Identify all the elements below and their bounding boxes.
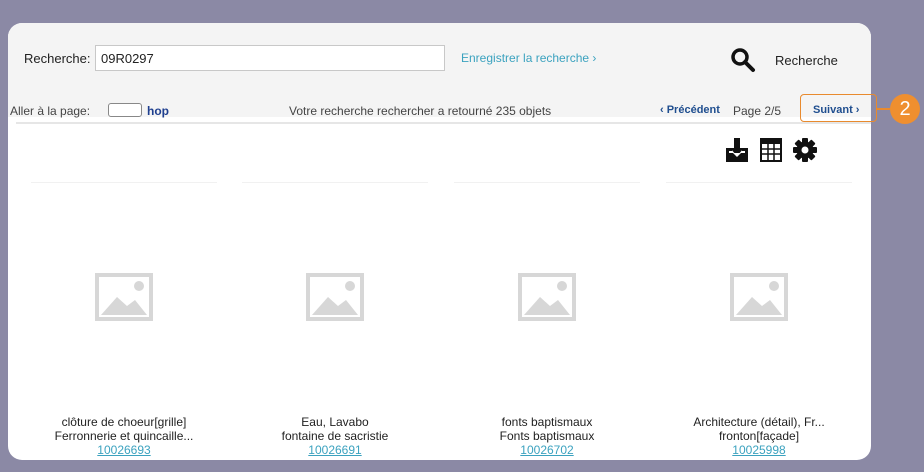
search-input[interactable]: [95, 45, 445, 71]
settings-icon[interactable]: [792, 137, 818, 168]
callout-highlight: [800, 94, 877, 122]
card-divider: [454, 182, 640, 183]
download-icon[interactable]: [724, 136, 750, 169]
previous-page-link[interactable]: ‹ Précédent: [660, 104, 720, 116]
callout-number-badge: 2: [890, 94, 920, 124]
table-view-icon[interactable]: [760, 138, 782, 167]
results-grid: clôture de choeur[grille] Ferronnerie et…: [8, 178, 871, 460]
page-indicator: Page 2/5: [733, 104, 782, 118]
card-divider: [242, 182, 428, 183]
card-title: Architecture (détail), Fr...: [693, 415, 825, 429]
search-icon: [731, 48, 755, 72]
callout-connector: [877, 108, 891, 110]
search-label: Recherche:: [24, 51, 91, 66]
search-results-panel: Recherche: Enregistrer la recherche › Re…: [8, 23, 871, 460]
card-subtitle: fontaine de sacristie: [281, 429, 389, 443]
search-button-label: Recherche: [775, 53, 838, 68]
card-id-link[interactable]: 10026693: [17, 443, 231, 457]
image-placeholder-icon: [306, 273, 364, 321]
card-title: clôture de choeur[grille]: [61, 415, 187, 429]
image-placeholder-icon: [518, 273, 576, 321]
result-card[interactable]: Eau, Lavabo fontaine de sacristie 100266…: [228, 178, 442, 460]
result-count-text: Votre recherche rechercher a retourné 23…: [289, 104, 552, 118]
card-id-link[interactable]: 10025998: [652, 443, 866, 457]
card-divider: [31, 182, 217, 183]
hop-button[interactable]: hop: [147, 104, 169, 118]
result-card[interactable]: clôture de choeur[grille] Ferronnerie et…: [17, 178, 231, 460]
card-subtitle: Fonts baptismaux: [499, 429, 595, 443]
card-subtitle: Ferronnerie et quincaille...: [54, 429, 194, 443]
search-button[interactable]: Recherche: [730, 45, 850, 75]
goto-page-input[interactable]: [108, 103, 142, 117]
card-subtitle: fronton[façade]: [718, 429, 800, 443]
result-card[interactable]: Architecture (détail), Fr... fronton[faç…: [652, 178, 866, 460]
divider: [16, 122, 871, 124]
card-id-link[interactable]: 10026702: [440, 443, 654, 457]
result-card[interactable]: fonts baptismaux Fonts baptismaux 100267…: [440, 178, 654, 460]
card-title: Eau, Lavabo: [301, 415, 369, 429]
goto-page-label: Aller à la page:: [10, 104, 91, 118]
image-placeholder-icon: [730, 273, 788, 321]
image-placeholder-icon: [95, 273, 153, 321]
card-title: fonts baptismaux: [501, 415, 593, 429]
save-search-link[interactable]: Enregistrer la recherche ›: [461, 51, 596, 65]
pagination-row: Aller à la page: hop Votre recherche rec…: [8, 99, 871, 121]
card-id-link[interactable]: 10026691: [228, 443, 442, 457]
card-divider: [666, 182, 852, 183]
